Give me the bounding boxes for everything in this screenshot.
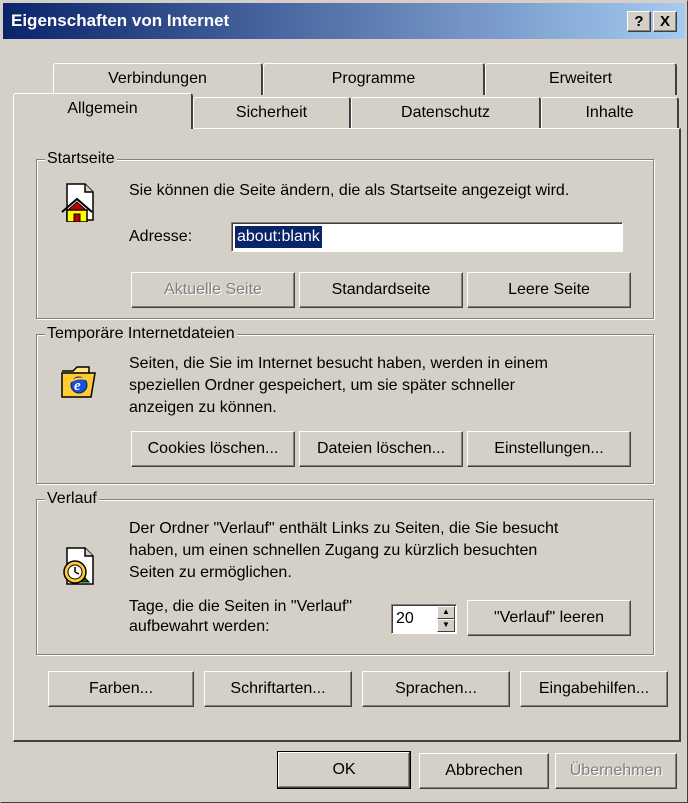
startseite-description: Sie können die Seite ändern, die als Sta…: [129, 182, 570, 199]
address-input[interactable]: about:blank: [231, 222, 623, 252]
delete-cookies-button[interactable]: Cookies löschen...: [131, 431, 295, 467]
startseite-legend: Startseite: [45, 149, 117, 169]
tab-programme[interactable]: Programme: [263, 63, 485, 95]
address-value: about:blank: [235, 226, 322, 248]
clear-history-button[interactable]: "Verlauf" leeren: [467, 600, 631, 636]
ok-button[interactable]: OK: [277, 751, 411, 789]
window-title: Eigenschaften von Internet: [11, 11, 230, 30]
current-page-button[interactable]: Aktuelle Seite: [131, 272, 295, 308]
temp-files-group: Temporäre Internetdateien e Seiten, die …: [36, 324, 654, 484]
spin-down-button[interactable]: ▼: [437, 619, 455, 632]
days-value: 20: [396, 610, 414, 627]
ie-folder-icon: e: [61, 366, 96, 398]
days-spinner[interactable]: 20 ▲ ▼: [391, 604, 457, 634]
settings-button[interactable]: Einstellungen...: [467, 431, 631, 467]
default-page-button[interactable]: Standardseite: [299, 272, 463, 308]
temp-description-line1: Seiten, die Sie im Internet besucht habe…: [129, 355, 548, 372]
history-description-line1: Der Ordner "Verlauf" enthält Links zu Se…: [129, 520, 559, 537]
delete-files-button[interactable]: Dateien löschen...: [299, 431, 463, 467]
temp-description-line3: anzeigen zu können.: [129, 399, 277, 416]
tab-sicherheit[interactable]: Sicherheit: [193, 97, 351, 129]
tab-allgemein[interactable]: Allgemein: [13, 93, 193, 129]
history-group: Verlauf Der Ordner "Verlauf" enthält Lin…: [36, 489, 654, 655]
temp-description-line2: speziellen Ordner gespeichert, um sie sp…: [129, 377, 515, 394]
spin-up-button[interactable]: ▲: [437, 606, 455, 619]
tab-inhalte[interactable]: Inhalte: [541, 97, 679, 129]
history-clock-icon: [63, 547, 94, 585]
colors-button[interactable]: Farben...: [48, 671, 194, 707]
temp-files-legend: Temporäre Internetdateien: [45, 324, 237, 344]
startseite-group: Startseite Sie können die Seite ändern, …: [36, 149, 654, 319]
history-legend: Verlauf: [45, 489, 99, 509]
properties-window: Eigenschaften von Internet ? X Verbindun…: [0, 0, 688, 803]
days-label-line2: aufbewahrt werden:: [129, 618, 270, 635]
cancel-button[interactable]: Abbrechen: [419, 753, 549, 789]
address-label: Adresse:: [129, 228, 193, 245]
accessibility-button[interactable]: Eingabehilfen...: [520, 671, 668, 707]
tab-erweitert[interactable]: Erweitert: [485, 63, 677, 95]
close-button[interactable]: X: [653, 11, 677, 32]
history-description-line2: haben, um einen schnellen Zugang zu kürz…: [129, 542, 538, 559]
tab-panel-allgemein: Startseite Sie können die Seite ändern, …: [13, 128, 681, 742]
tab-datenschutz[interactable]: Datenschutz: [351, 97, 541, 129]
fonts-button[interactable]: Schriftarten...: [204, 671, 352, 707]
empty-page-button[interactable]: Leere Seite: [467, 272, 631, 308]
tab-verbindungen[interactable]: Verbindungen: [53, 63, 263, 95]
history-description-line3: Seiten zu ermöglichen.: [129, 564, 292, 581]
languages-button[interactable]: Sprachen...: [362, 671, 510, 707]
days-label-line1: Tage, die die Seiten in "Verlauf": [129, 598, 353, 615]
home-page-icon: [61, 183, 94, 222]
help-button[interactable]: ?: [627, 11, 651, 32]
title-bar[interactable]: Eigenschaften von Internet ? X: [3, 3, 685, 39]
apply-button[interactable]: Übernehmen: [555, 753, 677, 789]
